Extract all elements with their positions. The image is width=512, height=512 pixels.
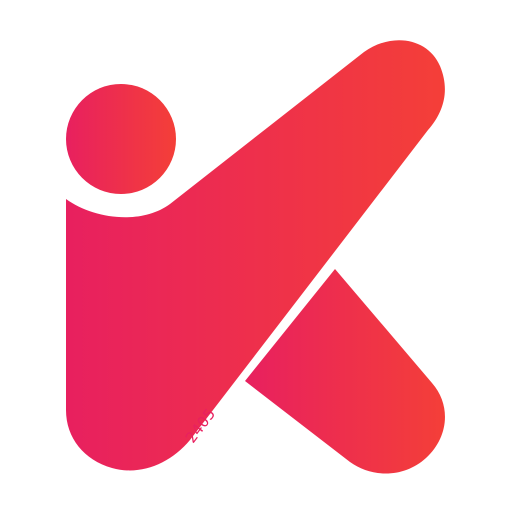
k-logo-icon: 2405 [66,40,445,474]
logo-head-dot [66,84,176,194]
app-icon-canvas: 2405 [0,0,512,512]
